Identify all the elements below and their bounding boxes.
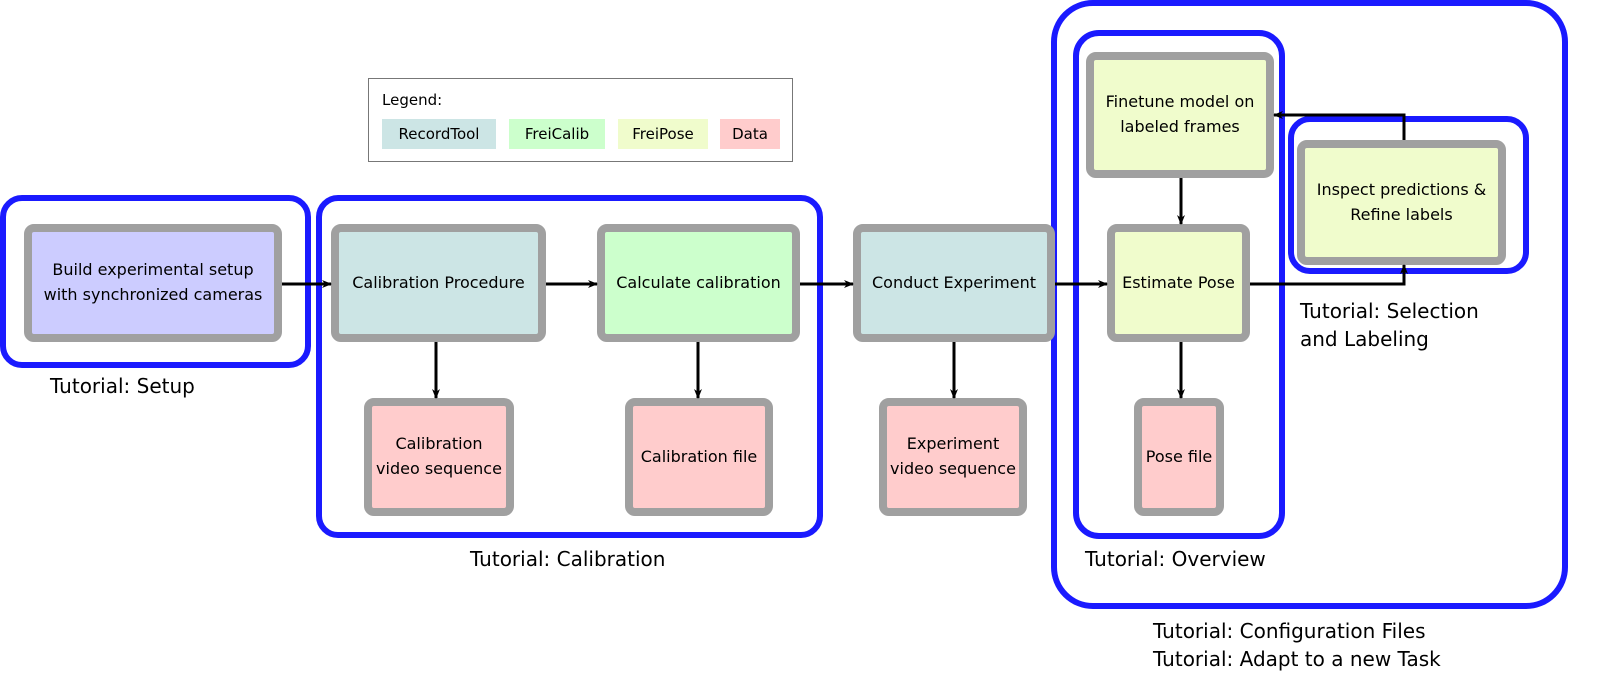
workflow-diagram: Legend: RecordTool FreiCalib FreiPose Da…	[0, 0, 1619, 693]
arrows-layer	[282, 111, 1408, 399]
arrow-inspect-to-finetune	[1273, 111, 1406, 140]
arrow-estimate-to-inspect	[1250, 264, 1408, 286]
